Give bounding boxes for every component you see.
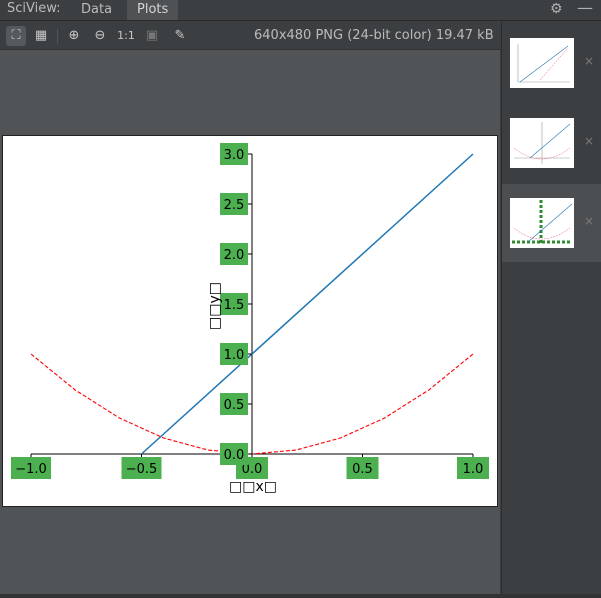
- line-chart: −1.0 −0.5 0.0 0.5 1.00.00.51.01.52.02.53.0 □…: [11, 143, 489, 495]
- thumbnail-plot-2[interactable]: [510, 118, 574, 168]
- sciview-tabbar: SciView: Data Plots ⚙ —: [0, 0, 601, 21]
- y-axis-label: □□y□: [207, 282, 223, 330]
- color-picker-icon[interactable]: ✎: [170, 26, 190, 46]
- thumbnail-plot-1[interactable]: [510, 38, 574, 88]
- plots-thumbnail-panel: × × ×: [501, 22, 601, 598]
- grid-icon[interactable]: ▦: [31, 26, 51, 46]
- series-line-1: [140, 153, 474, 455]
- y-tick-label: 1.0: [224, 348, 245, 363]
- image-canvas[interactable]: −1.0 −0.5 0.0 0.5 1.0 0.0 0.5 1.0 1.5 2.0 2.5 3.0 □…: [0, 50, 500, 594]
- close-thumbnail-icon[interactable]: ×: [584, 134, 594, 148]
- x-tick-label: −1.0: [15, 462, 47, 477]
- close-thumbnail-icon[interactable]: ×: [584, 54, 594, 68]
- x-tick-label: 0.5: [352, 462, 373, 477]
- y-tick-label: 2.5: [224, 198, 245, 213]
- y-tick-label: 3.0: [224, 148, 245, 163]
- y-tick-label: 1.5: [224, 298, 245, 313]
- thumbnail-row-selected[interactable]: ×: [502, 184, 601, 262]
- image-toolbar: ⛶ ▦ ⊕ ⊖ 1:1 ▣ ✎ 640x480 PNG (24-bit colo…: [0, 22, 500, 50]
- image-info: 640x480 PNG (24-bit color) 19.47 kB: [254, 28, 494, 43]
- x-tick-label: −0.5: [126, 462, 158, 477]
- thumbnail-plot-3[interactable]: [510, 198, 574, 248]
- thumbnail-row[interactable]: ×: [502, 24, 601, 102]
- zoom-in-icon[interactable]: ⊕: [64, 26, 84, 46]
- plot-image: −1.0 −0.5 0.0 0.5 1.0 0.0 0.5 1.0 1.5 2.0 2.5 3.0 □…: [2, 135, 498, 507]
- y-tick-label: 0.5: [224, 398, 245, 413]
- tab-plots[interactable]: Plots: [127, 0, 179, 20]
- tab-data[interactable]: Data: [71, 0, 122, 20]
- zoom-to-fit-icon[interactable]: ⛶: [6, 26, 26, 46]
- minimize-icon[interactable]: —: [577, 0, 593, 17]
- x-tick-label: 1.0: [463, 462, 484, 477]
- gear-icon[interactable]: ⚙: [550, 1, 563, 17]
- y-tick-label: 2.0: [224, 248, 245, 263]
- sciview-title: SciView:: [7, 1, 61, 16]
- x-axis-label: □□x□: [229, 479, 277, 495]
- y-tick-label: 0.0: [224, 448, 245, 463]
- tick-labels: −1.0 −0.5 0.0 0.5 1.00.00.51.01.52.02.53.0: [11, 143, 489, 479]
- actual-size-button[interactable]: 1:1: [116, 26, 136, 46]
- status-strip: [0, 594, 601, 598]
- toolbar-separator: [57, 29, 58, 44]
- zoom-out-icon[interactable]: ⊖: [90, 26, 110, 46]
- close-thumbnail-icon[interactable]: ×: [584, 214, 594, 228]
- background-icon[interactable]: ▣: [142, 26, 162, 46]
- thumbnail-row[interactable]: ×: [502, 104, 601, 182]
